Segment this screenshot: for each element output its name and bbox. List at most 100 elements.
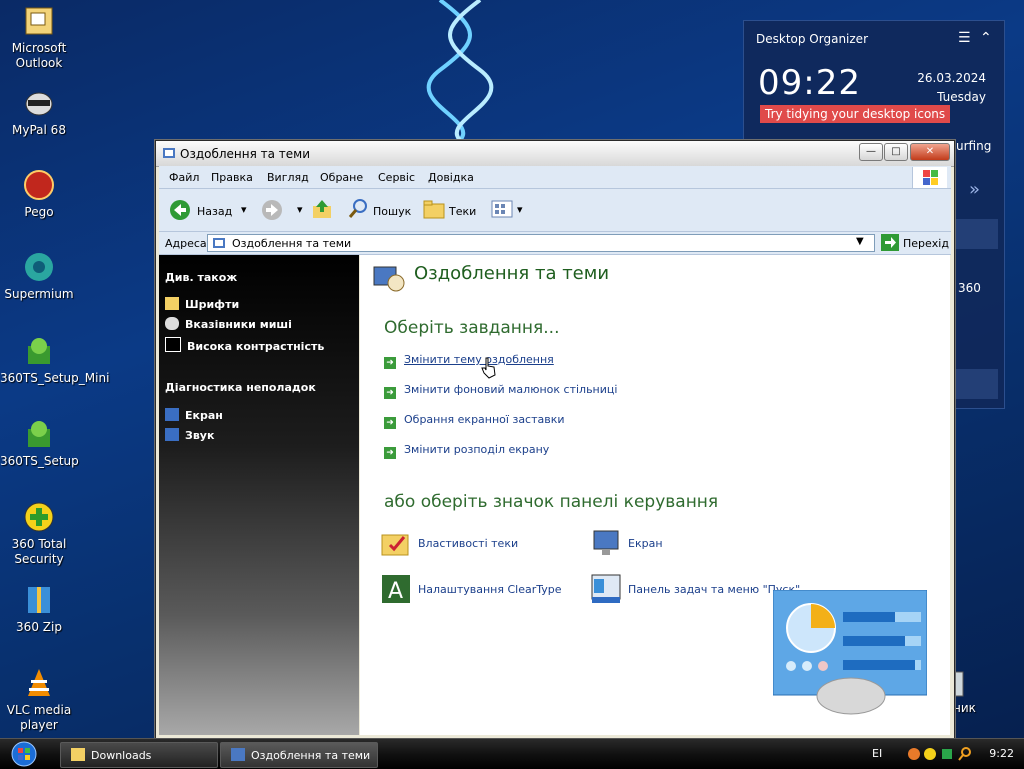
taskbar-item-downloads[interactable]: Downloads (60, 742, 218, 768)
chevron-up-icon[interactable]: ⌃ (980, 30, 992, 46)
task-change-resolution[interactable]: ➜ Змінити розподіл екрану (384, 443, 549, 459)
search-button-label[interactable]: Пошук (373, 205, 411, 218)
toolbar: Назад ▾ ▾ Пошук Теки ▾ (159, 189, 951, 232)
menu-help[interactable]: Довідка (428, 171, 474, 184)
fonts-folder-icon (165, 297, 179, 310)
vlc-cone-icon (28, 669, 50, 696)
dna-wallpaper-graphic (426, 0, 494, 140)
high-contrast-icon (165, 337, 181, 352)
desktop-icon-360ts-setup-mini[interactable]: 360TS_Setup_Mini (0, 334, 109, 386)
desktop-icon-mypal[interactable]: MyPal 68 (0, 86, 78, 138)
maximize-button[interactable]: □ (884, 143, 908, 161)
pego-icon (24, 170, 54, 200)
desktop-icon-vlc[interactable]: VLC media player (0, 666, 78, 733)
hamburger-menu-icon[interactable]: ☰ (958, 30, 971, 46)
desktop-icon-label: ник (953, 701, 976, 715)
desktop-icon-360-zip[interactable]: 360 Zip (0, 583, 78, 635)
language-indicator[interactable]: EI (872, 747, 882, 760)
desktop-icon-360-total-security[interactable]: 360 Total Security (0, 500, 78, 567)
see-also-header: Див. також (165, 271, 238, 284)
folders-button-label[interactable]: Теки (449, 205, 476, 218)
back-dropdown-icon[interactable]: ▾ (241, 203, 247, 216)
system-tray-icons[interactable] (906, 746, 976, 762)
taskbar-icon (591, 574, 621, 603)
green-arrow-icon: ➜ (384, 417, 396, 429)
installer-icon (28, 421, 50, 447)
window-titlebar[interactable]: Оздоблення та теми — □ ✕ (156, 141, 954, 167)
organizer-date: 26.03.2024 (917, 71, 986, 85)
menu-edit[interactable]: Правка (211, 171, 253, 184)
help-question-icon (165, 408, 179, 421)
mouse-icon (165, 317, 179, 330)
pick-task-heading: Оберіть завдання... (384, 318, 560, 338)
organizer-item-label: urfing (956, 139, 992, 153)
desktop-icon-360ts-setup[interactable]: 360TS_Setup (0, 417, 79, 469)
chevron-right-icon[interactable]: » (969, 179, 980, 200)
back-arrow-icon[interactable] (169, 199, 191, 221)
menu-favorites[interactable]: Обране (320, 171, 363, 184)
outlook-icon (25, 7, 53, 35)
close-button[interactable]: ✕ (910, 143, 950, 161)
views-icon[interactable] (491, 200, 513, 218)
forward-dropdown-icon[interactable]: ▾ (297, 203, 303, 216)
control-panel-graphic (773, 590, 927, 715)
pick-icon-heading: або оберіть значок панелі керування (384, 492, 719, 512)
taskbar-clock[interactable]: 9:22 (989, 747, 1014, 760)
address-bar: Адреса: Оздоблення та теми ▼ Перехід (159, 232, 951, 255)
desktop-icon-label: 360TS_Setup (0, 454, 79, 468)
folders-icon[interactable] (423, 199, 445, 219)
task-change-background[interactable]: ➜ Змінити фоновий малюнок стільниці (384, 383, 617, 399)
up-folder-icon[interactable] (311, 198, 333, 220)
address-input[interactable]: Оздоблення та теми ▼ (207, 234, 875, 252)
cleartype-icon: A (382, 575, 410, 604)
address-dropdown-icon[interactable]: ▼ (856, 236, 864, 247)
troubleshoot-link-sound[interactable]: Звук (165, 428, 214, 442)
appearance-folder-icon (231, 748, 245, 761)
troubleshoot-link-display[interactable]: Екран (165, 408, 223, 422)
see-also-link-high-contrast[interactable]: Висока контрастність (165, 337, 324, 353)
task-choose-screensaver[interactable]: ➜ Обрання екранної заставки (384, 413, 565, 429)
svg-text:A: A (388, 579, 403, 604)
desktop-icon-label: VLC media player (6, 703, 72, 732)
installer-icon (28, 338, 50, 364)
desktop-icon-label: 360 Zip (16, 620, 62, 634)
desktop-icon-label: Pego (24, 205, 54, 219)
see-also-link-mouse-pointers[interactable]: Вказівники миші (165, 317, 292, 331)
menu-tools[interactable]: Сервіс (378, 171, 415, 184)
forward-arrow-icon[interactable] (261, 199, 283, 221)
360-security-icon (24, 502, 54, 532)
minimize-button[interactable]: — (859, 143, 883, 161)
left-task-pane: Див. також Шрифти Вказівники миші Висока… (159, 255, 359, 735)
desktop-icon-label: Supermium (4, 287, 74, 301)
tidy-tip-badge[interactable]: Try tidying your desktop icons (760, 105, 951, 123)
go-button-label: Перехід (903, 237, 949, 250)
search-icon[interactable] (347, 198, 369, 220)
display-icon (593, 530, 619, 555)
menu-view[interactable]: Вигляд (267, 171, 309, 184)
back-button-label[interactable]: Назад (197, 205, 232, 218)
views-dropdown-icon[interactable]: ▾ (517, 203, 523, 216)
desktop-icon-label: 360 Total Security (11, 537, 67, 566)
desktop-icon-label: Microsoft Outlook (11, 41, 67, 70)
see-also-link-fonts[interactable]: Шрифти (165, 297, 239, 311)
desktop-icon-pego[interactable]: Pego (0, 168, 78, 220)
go-button[interactable]: Перехід (881, 234, 949, 251)
hand-cursor-icon (481, 357, 496, 379)
supermium-icon (25, 253, 53, 281)
address-value: Оздоблення та теми (232, 237, 352, 250)
taskbar-item-appearance[interactable]: Оздоблення та теми (220, 742, 378, 768)
desktop-icon-outlook[interactable]: Microsoft Outlook (0, 4, 78, 71)
desktop-icon-supermium[interactable]: Supermium (0, 250, 78, 302)
desktop-icon-label: MyPal 68 (12, 123, 66, 137)
address-label: Адреса: (165, 237, 211, 250)
menu-file[interactable]: Файл (169, 171, 199, 184)
task-change-theme[interactable]: ➜ Змінити тему оздоблення (384, 353, 554, 369)
raccoon-icon (25, 92, 53, 116)
start-button-icon[interactable] (6, 740, 42, 768)
troubleshoot-header: Діагностика неполадок (165, 381, 316, 394)
green-arrow-icon: ➜ (384, 387, 396, 399)
folder-icon (71, 748, 85, 761)
green-arrow-icon: ➜ (384, 357, 396, 369)
menu-bar: Файл Правка Вигляд Обране Сервіс Довідка (159, 166, 951, 189)
appearance-folder-icon (213, 238, 225, 248)
